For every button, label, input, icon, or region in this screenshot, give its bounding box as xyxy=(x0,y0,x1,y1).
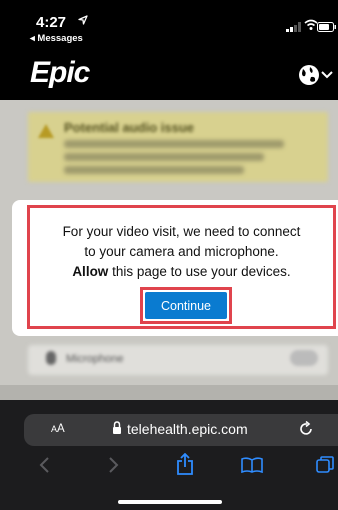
microphone-icon xyxy=(46,351,56,365)
warning-text-line xyxy=(64,166,244,174)
dialog-allow-word: Allow xyxy=(72,264,109,279)
tabs-icon[interactable] xyxy=(316,456,334,474)
back-icon[interactable] xyxy=(38,457,50,473)
forward-icon[interactable] xyxy=(108,457,120,473)
microphone-label: Microphone xyxy=(66,353,124,365)
text-size-button[interactable]: AA xyxy=(51,423,65,435)
dialog-message: For your video visit, we need to connect… xyxy=(27,222,336,282)
dialog-line-2: to your camera and microphone. xyxy=(84,244,279,259)
globe-icon[interactable] xyxy=(298,64,320,86)
browser-toolbar: AA telehealth.epic.com xyxy=(0,400,338,510)
bookmarks-icon[interactable] xyxy=(241,457,263,473)
microphone-toggle xyxy=(290,350,318,366)
page-divider xyxy=(0,385,338,400)
status-time: 4:27 xyxy=(36,14,67,31)
reload-icon[interactable] xyxy=(298,421,314,437)
warning-text-line xyxy=(64,140,284,148)
warning-text-line xyxy=(64,153,264,161)
lock-icon xyxy=(113,421,121,434)
continue-button[interactable]: Continue xyxy=(145,292,227,319)
status-bar: 4:27 ◂ Messages xyxy=(0,0,338,48)
home-indicator[interactable] xyxy=(118,500,222,504)
text-size-large-glyph: A xyxy=(57,423,65,435)
battery-icon xyxy=(317,22,336,32)
warning-icon xyxy=(38,124,54,138)
location-arrow-icon xyxy=(78,15,88,25)
warning-title: Potential audio issue xyxy=(64,120,195,135)
dialog-line-3: this page to use your devices. xyxy=(108,264,291,279)
app-header: Epic xyxy=(0,48,338,100)
signal-icon xyxy=(286,22,301,32)
chevron-down-icon[interactable] xyxy=(321,70,333,80)
wifi-icon xyxy=(304,19,318,30)
dialog-line-1: For your video visit, we need to connect xyxy=(62,224,301,239)
epic-logo: Epic xyxy=(30,56,90,89)
url-text[interactable]: telehealth.epic.com xyxy=(127,421,248,437)
back-to-messages-link[interactable]: ◂ Messages xyxy=(30,33,83,44)
share-icon[interactable] xyxy=(176,453,194,475)
